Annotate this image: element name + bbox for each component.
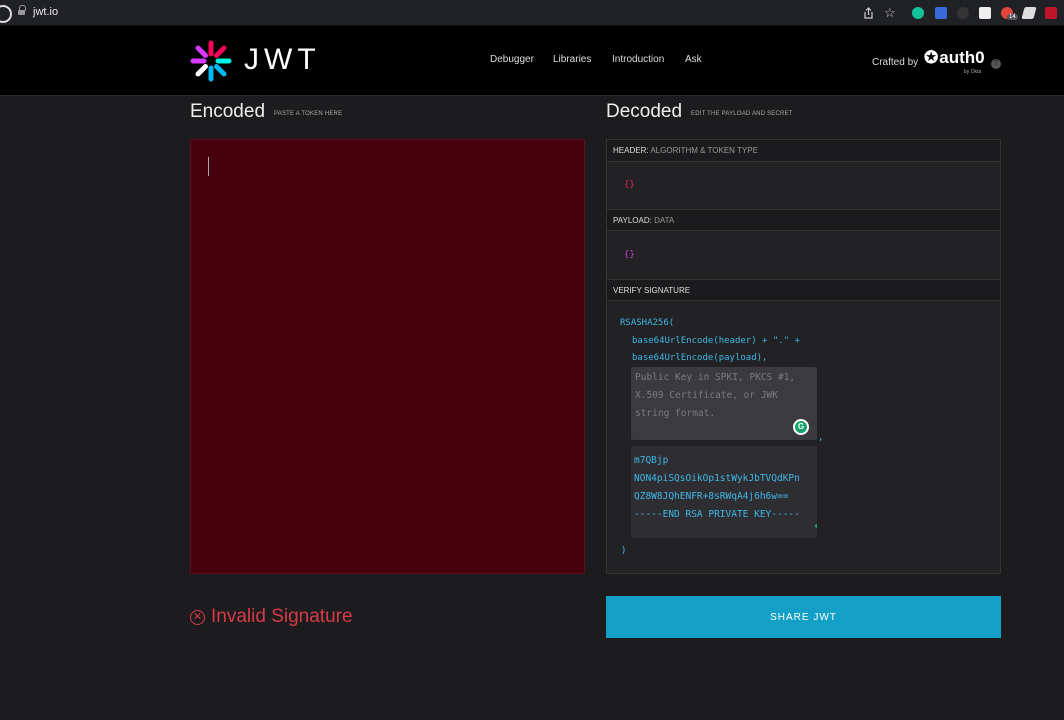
decoded-panel: HEADER: ALGORITHM & TOKEN TYPE {} PAYLOA… bbox=[606, 139, 1001, 574]
signature-comma: , bbox=[818, 433, 824, 443]
private-key-line: m7QBjp bbox=[634, 455, 669, 466]
jwt-logo-icon[interactable] bbox=[190, 40, 232, 82]
verify-label: VERIFY SIGNATURE bbox=[613, 286, 691, 295]
status-dot-icon bbox=[815, 524, 817, 528]
nav-libraries[interactable]: Libraries bbox=[553, 54, 591, 65]
grammarly-extension-icon[interactable] bbox=[912, 7, 924, 19]
share-jwt-button[interactable]: SHARE JWT bbox=[606, 596, 1001, 638]
public-key-input[interactable]: Public Key in SPKI, PKCS #1, X.509 Certi… bbox=[631, 367, 817, 440]
grammarly-icon[interactable]: G bbox=[793, 419, 809, 435]
encoded-title: Encoded bbox=[190, 101, 266, 122]
verify-signature-title: VERIFY SIGNATURE bbox=[607, 279, 1000, 301]
auth0-brand-text: auth0 bbox=[939, 48, 985, 67]
header-json-editor[interactable]: {} bbox=[624, 180, 635, 190]
encoded-token-input[interactable] bbox=[190, 139, 585, 574]
error-circle-icon: ✕ bbox=[190, 610, 205, 625]
logo-text[interactable]: JWT bbox=[244, 43, 321, 77]
signature-status: ✕ Invalid Signature bbox=[190, 606, 353, 628]
extension-icon[interactable] bbox=[957, 7, 969, 19]
text-caret bbox=[208, 157, 209, 176]
header-label: HEADER: bbox=[613, 146, 649, 155]
cursor-icon bbox=[0, 5, 12, 23]
private-key-line: QZ8W8JQhENFR+8sRWqA4j6h6w== bbox=[634, 491, 789, 502]
header-section-title: HEADER: ALGORITHM & TOKEN TYPE bbox=[607, 140, 1000, 162]
signature-header-line: base64UrlEncode(header) + "." + bbox=[632, 336, 800, 346]
private-key-line: NON4piSQsOikOp1stWykJbTVQdKPn bbox=[634, 473, 800, 484]
decoded-subtitle: EDIT THE PAYLOAD AND SECRET bbox=[691, 111, 793, 117]
auth0-logo[interactable]: ✪auth0 bbox=[924, 48, 985, 68]
signature-status-text: Invalid Signature bbox=[211, 606, 353, 627]
help-icon[interactable]: ? bbox=[991, 59, 1001, 69]
nav-ask[interactable]: Ask bbox=[685, 54, 702, 65]
signature-fn-close: ) bbox=[621, 546, 627, 556]
extension-icon[interactable] bbox=[979, 7, 991, 19]
payload-label: PAYLOAD: bbox=[613, 216, 652, 225]
payload-hint: DATA bbox=[654, 216, 675, 225]
payload-section-title: PAYLOAD: DATA bbox=[607, 209, 1000, 231]
signature-payload-line: base64UrlEncode(payload), bbox=[632, 353, 768, 363]
share-icon[interactable] bbox=[863, 7, 874, 19]
nav-debugger[interactable]: Debugger bbox=[490, 54, 534, 65]
browser-url-bar[interactable]: jwt.io ☆ 14 bbox=[0, 0, 1064, 26]
top-nav: JWT Debugger Libraries Introduction Ask … bbox=[0, 26, 1064, 96]
encoded-subtitle: PASTE A TOKEN HERE bbox=[274, 111, 343, 117]
private-key-line: -----END RSA PRIVATE KEY----- bbox=[634, 509, 800, 520]
extension-icon[interactable] bbox=[935, 7, 947, 19]
by-okta-label: by Okta bbox=[964, 69, 982, 75]
crafted-by-label: Crafted by bbox=[872, 57, 919, 68]
lock-icon bbox=[18, 5, 26, 16]
extension-badge: 14 bbox=[1007, 14, 1018, 20]
header-hint: ALGORITHM & TOKEN TYPE bbox=[650, 146, 758, 155]
url-text[interactable]: jwt.io bbox=[33, 6, 58, 18]
decoded-title: Decoded bbox=[606, 101, 683, 122]
payload-json-editor[interactable]: {} bbox=[624, 250, 635, 260]
auth0-star-icon: ✪ bbox=[924, 48, 939, 67]
nav-introduction[interactable]: Introduction bbox=[612, 54, 664, 65]
signature-fn-open: RSASHA256( bbox=[620, 318, 675, 328]
extension-icon[interactable] bbox=[1045, 7, 1057, 19]
private-key-input[interactable]: m7QBjp NON4piSQsOikOp1stWykJbTVQdKPn QZ8… bbox=[631, 446, 817, 538]
extension-icon[interactable] bbox=[1021, 7, 1037, 19]
bookmark-star-icon[interactable]: ☆ bbox=[884, 5, 896, 21]
